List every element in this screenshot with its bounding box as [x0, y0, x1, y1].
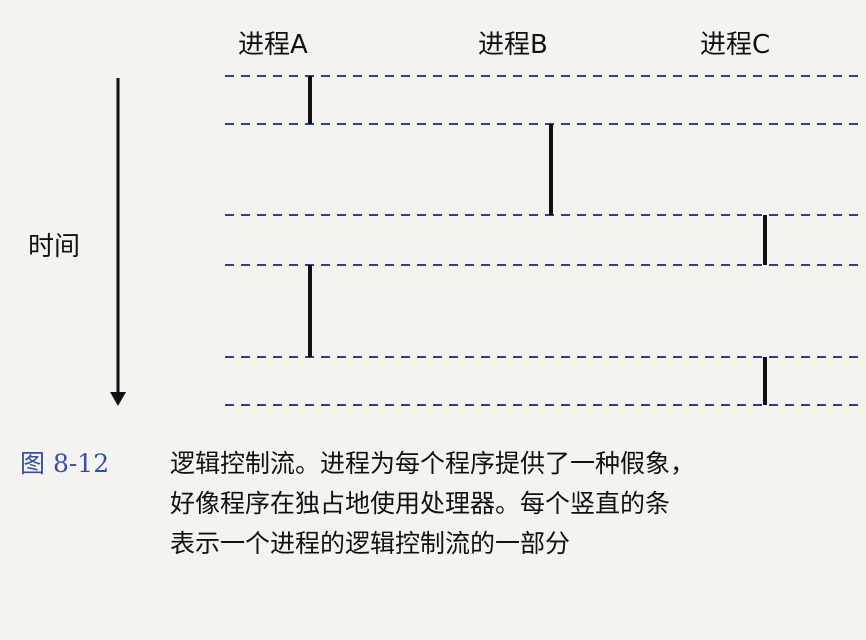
flow-segments — [308, 76, 767, 405]
time-axis-label: 时间 — [28, 232, 81, 262]
caption-text: 逻辑控制流。进程为每个程序提供了一种假象， 好像程序在独占地使用处理器。每个竖直… — [170, 444, 860, 564]
control-flow-diagram — [110, 75, 862, 406]
caption-line-1: 逻辑控制流。进程为每个程序提供了一种假象， — [170, 449, 696, 478]
caption-line-3: 表示一个进程的逻辑控制流的一部分 — [170, 529, 571, 558]
figure-number: 图 8-12 — [20, 449, 110, 478]
time-arrow — [110, 78, 126, 406]
caption-line-2: 好像程序在独占地使用处理器。每个竖直的条 — [170, 489, 671, 518]
